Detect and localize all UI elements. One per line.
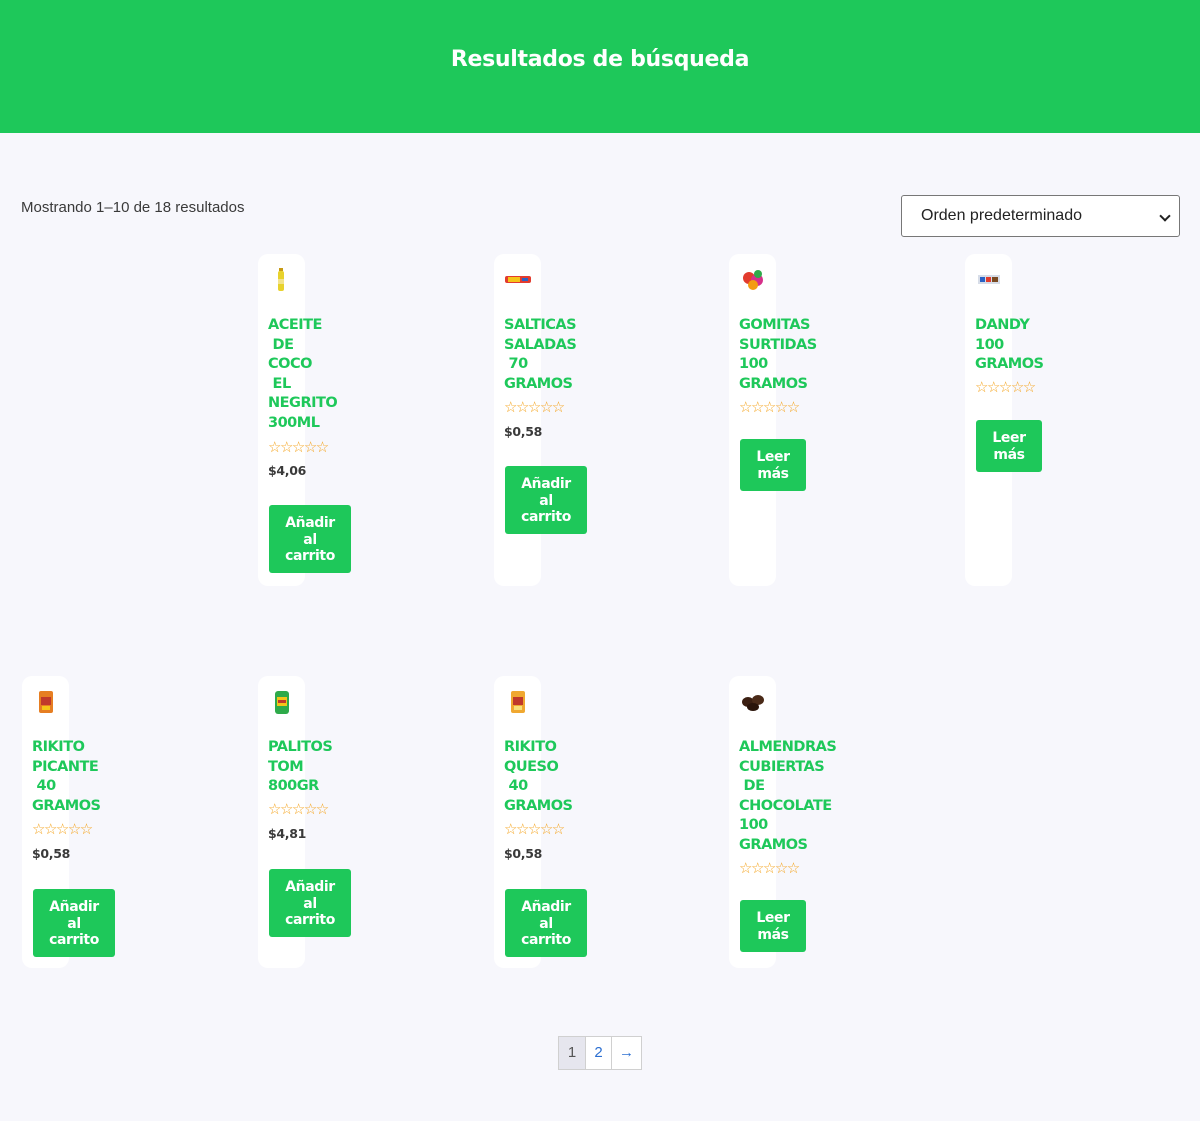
- product-title-link[interactable]: PALITOS TOM 800GR: [268, 738, 368, 797]
- product-title-link[interactable]: ACEITE DE COCO EL NEGRITO 300ML: [268, 316, 368, 434]
- star-rating: ☆☆☆☆☆: [504, 398, 565, 416]
- add-to-cart-button[interactable]: Añadir al carrito: [269, 869, 351, 937]
- product-image[interactable]: [975, 266, 1003, 299]
- add-to-cart-button[interactable]: Añadir al carrito: [269, 505, 351, 573]
- product-title-link[interactable]: ALMENDRAS CUBIERTAS DE CHOCOLATE 100 GRA…: [739, 738, 839, 856]
- product-card: DANDY 100 GRAMOS ☆☆☆☆☆ Leer más: [965, 254, 1044, 586]
- result-count: Mostrando 1–10 de 18 resultados: [21, 199, 245, 216]
- product-price: $0,58: [504, 424, 543, 439]
- product-image[interactable]: [504, 688, 532, 721]
- product-card: ACEITE DE COCO EL NEGRITO 300ML ☆☆☆☆☆ $4…: [258, 254, 351, 586]
- page-header: Resultados de búsqueda: [0, 0, 1200, 133]
- next-page-link[interactable]: →: [611, 1037, 641, 1069]
- star-rating: ☆☆☆☆☆: [504, 820, 565, 838]
- product-card: PALITOS TOM 800GR ☆☆☆☆☆ $4,81 Añadir al …: [258, 676, 351, 968]
- product-title-link[interactable]: GOMITAS SURTIDAS 100 GRAMOS: [739, 316, 839, 394]
- add-to-cart-button[interactable]: Añadir al carrito: [33, 889, 115, 957]
- product-card: SALTICAS SALADAS 70 GRAMOS ☆☆☆☆☆ $0,58 A…: [494, 254, 587, 586]
- product-image[interactable]: [268, 266, 296, 299]
- product-image[interactable]: [504, 266, 532, 299]
- pagination: 1 2 →: [558, 1036, 642, 1070]
- add-to-cart-button[interactable]: Añadir al carrito: [505, 466, 587, 534]
- product-image[interactable]: [268, 688, 296, 721]
- product-title-link[interactable]: DANDY 100 GRAMOS: [975, 316, 1075, 375]
- product-price: $0,58: [504, 846, 543, 861]
- product-image[interactable]: [739, 688, 767, 721]
- orderby-select[interactable]: Orden predeterminado: [901, 195, 1180, 237]
- read-more-button[interactable]: Leer más: [976, 420, 1042, 472]
- star-rating: ☆☆☆☆☆: [739, 398, 800, 416]
- chevron-down-icon: [1159, 210, 1171, 222]
- star-rating: ☆☆☆☆☆: [739, 859, 800, 877]
- product-price: $4,06: [268, 463, 307, 478]
- star-rating: ☆☆☆☆☆: [32, 820, 93, 838]
- product-title-link[interactable]: RIKITO PICANTE 40 GRAMOS: [32, 738, 132, 816]
- product-image[interactable]: [739, 266, 767, 299]
- page-title: Resultados de búsqueda: [450, 47, 750, 72]
- product-card: ALMENDRAS CUBIERTAS DE CHOCOLATE 100 GRA…: [729, 676, 837, 968]
- product-title-link[interactable]: SALTICAS SALADAS 70 GRAMOS: [504, 316, 604, 394]
- product-price: $0,58: [32, 846, 71, 861]
- add-to-cart-button[interactable]: Añadir al carrito: [505, 889, 587, 957]
- page-2-link[interactable]: 2: [585, 1037, 611, 1069]
- product-image[interactable]: [32, 688, 60, 721]
- product-card: GOMITAS SURTIDAS 100 GRAMOS ☆☆☆☆☆ Leer m…: [729, 254, 817, 586]
- page-1-current: 1: [559, 1037, 585, 1069]
- read-more-button[interactable]: Leer más: [740, 439, 806, 491]
- product-card: RIKITO PICANTE 40 GRAMOS ☆☆☆☆☆ $0,58 Aña…: [22, 676, 115, 968]
- star-rating: ☆☆☆☆☆: [268, 800, 329, 818]
- star-rating: ☆☆☆☆☆: [268, 438, 329, 456]
- product-card: RIKITO QUESO 40 GRAMOS ☆☆☆☆☆ $0,58 Añadi…: [494, 676, 587, 968]
- product-price: $4,81: [268, 826, 307, 841]
- orderby-selected-value: Orden predeterminado: [921, 207, 1082, 224]
- read-more-button[interactable]: Leer más: [740, 900, 806, 952]
- star-rating: ☆☆☆☆☆: [975, 378, 1036, 396]
- product-title-link[interactable]: RIKITO QUESO 40 GRAMOS: [504, 738, 604, 816]
